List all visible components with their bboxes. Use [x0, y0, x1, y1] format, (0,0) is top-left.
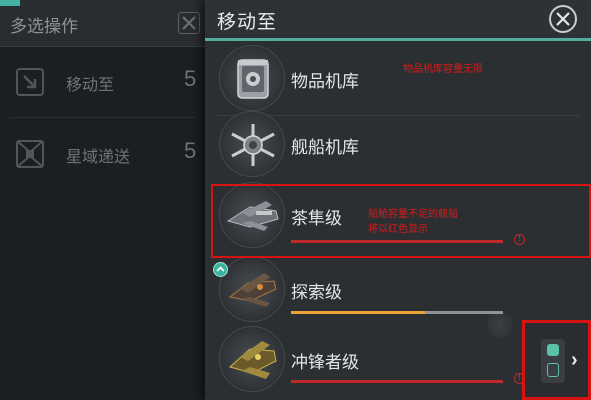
background-glow [487, 312, 513, 338]
destination-item-hangar[interactable]: 物品机库 [205, 41, 591, 115]
annotation-item-hangar: 物品机库容量无限 [403, 64, 483, 75]
move-to-icon [14, 66, 46, 98]
move-to-label: 移动至 [66, 77, 115, 94]
destination-label: 探索级 [291, 283, 342, 302]
explorer-ship-icon [219, 256, 285, 322]
action-move-to[interactable]: 移动至 5 [0, 46, 205, 118]
move-to-title: 移动至 [217, 12, 278, 33]
filter-icon [547, 344, 559, 356]
sector-delivery-icon [14, 138, 46, 170]
destination-ship-explorer[interactable]: 探索级 [205, 252, 591, 326]
charger-ship-icon [219, 326, 285, 392]
annotation-highlight-box [211, 184, 591, 258]
side-tab-icon-stack [541, 339, 565, 383]
destination-label: 物品机库 [291, 72, 359, 91]
sector-delivery-label: 星域递送 [66, 149, 131, 166]
close-icon[interactable] [178, 12, 200, 34]
capacity-bar [291, 311, 503, 314]
close-icon[interactable] [549, 5, 577, 33]
capacity-bar [291, 380, 503, 383]
chevron-right-icon: › [571, 349, 578, 371]
destination-label: 舰船机库 [291, 138, 359, 157]
capacity-bar-fill [291, 380, 503, 383]
expand-side-tab[interactable]: › [522, 320, 591, 400]
destination-label: 冲锋者级 [291, 353, 359, 372]
ship-filter-icon [547, 363, 559, 377]
upgrade-arrow-icon [213, 262, 228, 277]
sector-delivery-count: 5 [184, 138, 197, 163]
move-to-header: 移动至 [205, 0, 591, 38]
multi-select-header: 多选操作 [0, 0, 205, 47]
destination-ship-hangar[interactable]: 舰船机库 [205, 107, 591, 181]
multi-select-panel: 多选操作 移动至 5 星域递送 5 [0, 0, 205, 400]
ship-hangar-icon [219, 111, 285, 177]
capacity-bar-fill [291, 311, 425, 314]
panel-accent [0, 0, 20, 6]
item-hangar-icon [219, 45, 285, 111]
action-sector-delivery[interactable]: 星域递送 5 [0, 118, 205, 190]
move-to-count: 5 [184, 66, 197, 91]
multi-select-title: 多选操作 [10, 17, 78, 36]
